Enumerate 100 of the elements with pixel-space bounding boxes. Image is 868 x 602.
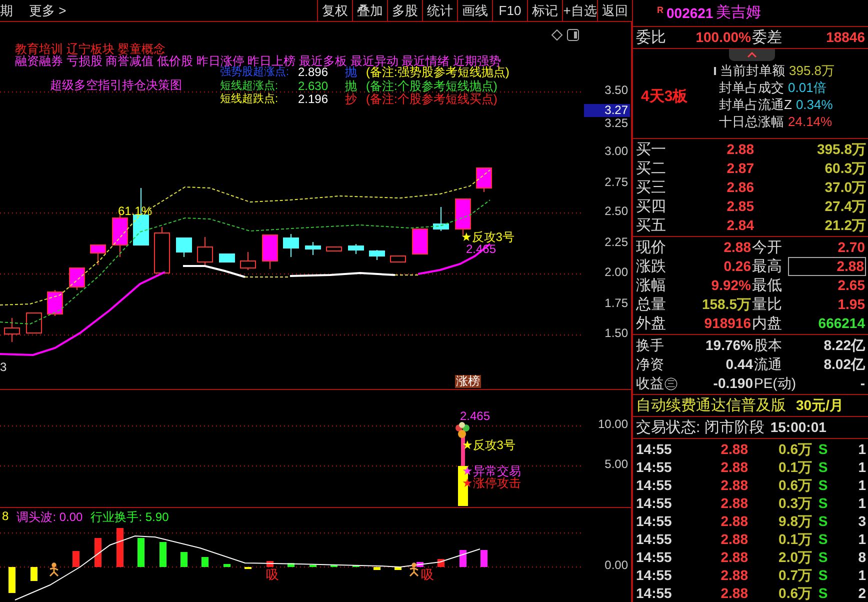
field-label: 最低 <box>752 276 783 295</box>
price-axis-label: 1.75 <box>604 297 628 310</box>
candlestick <box>262 234 278 270</box>
bid-volume: 395.8万 <box>816 140 866 159</box>
tick-side: S <box>817 512 829 530</box>
tick-count: 3 <box>857 512 866 530</box>
tick-time: 14:55 <box>636 476 673 494</box>
indicator-bar <box>224 564 230 567</box>
signal-action: 抛 <box>345 80 357 92</box>
candlestick <box>219 254 235 262</box>
field-label: 今开 <box>752 238 783 257</box>
tick-time: 14:55 <box>636 440 673 458</box>
tick-count: 8 <box>857 548 866 566</box>
field-value: 100.00% <box>694 28 752 47</box>
field-label: 委差 <box>752 28 783 47</box>
field-value: 666214 <box>817 314 866 333</box>
tick-side: S <box>817 584 829 602</box>
signal-note: (备注:强势股参考短线抛点) <box>366 66 510 79</box>
tick-price: 2.88 <box>720 548 748 566</box>
period-tab[interactable]: 期 <box>0 0 29 21</box>
signal-value: 2.196 <box>298 93 330 106</box>
candlestick <box>4 318 20 342</box>
tick-count: 1 <box>857 530 866 548</box>
signal-note: (备注:个股参考短线买点) <box>366 93 498 106</box>
tick-price: 2.88 <box>720 494 748 512</box>
more-menu[interactable]: 更多 > <box>29 0 72 21</box>
candlestick <box>90 244 106 266</box>
bid-volume: 37.0万 <box>824 178 866 197</box>
signal-note: (备注:个股参考短线抛点) <box>366 80 498 92</box>
toolbar-button[interactable]: +自选 <box>562 0 597 21</box>
tick-count: 1 <box>857 440 866 458</box>
indicator-bar <box>330 565 338 567</box>
tick-time: 14:55 <box>636 548 673 566</box>
field-label: 外盘 <box>636 314 667 333</box>
candlestick <box>26 312 42 334</box>
panel-toggle-icon[interactable] <box>567 29 579 41</box>
band-value-label: 2.465 <box>460 410 490 423</box>
stock-name: 美吉姆 <box>716 3 762 22</box>
tick-price: 2.88 <box>720 566 748 584</box>
bid-label: 买四 <box>636 197 667 216</box>
concept-tags: 教育培训 辽宁板块 婴童概念 <box>15 43 166 56</box>
bid-price: 2.86 <box>726 178 754 197</box>
field-value: 8.22亿 <box>822 336 866 355</box>
tick-time: 14:55 <box>636 530 673 548</box>
indicator-bar <box>72 551 80 567</box>
tick-price: 2.88 <box>720 458 748 476</box>
tick-volume: 0.6万 <box>778 440 812 458</box>
price-axis-label: 1.50 <box>604 327 628 340</box>
tick-time: 14:55 <box>636 494 673 512</box>
trade-status: 交易状态: 闭市阶段 <box>636 418 764 437</box>
price-axis-label: 2.25 <box>604 236 628 249</box>
field-value: 918916 <box>703 314 752 333</box>
info-label: 封单占成交 <box>719 79 784 96</box>
bid-price: 2.88 <box>726 140 754 159</box>
bid-label: 买三 <box>636 178 667 197</box>
candlestick <box>390 256 406 262</box>
signal-label: 短线超涨点: <box>220 80 278 92</box>
indicator-bar <box>394 567 402 570</box>
field-label: 委比 <box>636 28 667 47</box>
info-value: 24.14% <box>788 113 832 130</box>
field-label: 总量 <box>636 295 667 314</box>
signal-value: 2.896 <box>298 66 328 79</box>
indicator-bar <box>480 550 488 567</box>
indicator-bar <box>460 550 466 567</box>
tick-side: S <box>817 530 829 548</box>
candlestick <box>476 168 492 192</box>
tick-volume: 9.8万 <box>778 512 812 530</box>
field-label: 换手 <box>636 336 665 355</box>
chart-title: 超级多空指引持仓决策图 <box>50 79 182 92</box>
tick-time: 14:55 <box>636 584 673 602</box>
candlestick <box>197 236 213 266</box>
indicator-label: 行业换手: 5.90 <box>90 509 169 526</box>
signal-action: 抄 <box>345 93 357 106</box>
price-axis-label: 2.75 <box>604 176 628 189</box>
tick-side: S <box>817 494 829 512</box>
candlestick <box>176 238 192 258</box>
indicator-bar <box>138 538 144 567</box>
info-label: 十日总涨幅 <box>719 113 784 130</box>
indicator-bar <box>310 565 316 567</box>
running-person-icon <box>49 562 59 577</box>
balloons-icon <box>456 422 470 438</box>
diamond-icon[interactable] <box>551 29 563 41</box>
price-axis-label: 2.50 <box>604 205 628 218</box>
field-label: 最高 <box>752 257 783 276</box>
promo-price: 30元/月 <box>796 396 844 415</box>
buy-mark: 吸 <box>266 568 279 581</box>
tick-price: 2.88 <box>720 512 748 530</box>
running-person-icon <box>409 562 419 577</box>
collapse-button[interactable] <box>729 48 775 61</box>
volume-axis-label: 5.00 <box>604 458 628 471</box>
value-label: 3 <box>0 361 7 374</box>
info-value: 0.01倍 <box>788 79 826 96</box>
field-label: 量比 <box>752 295 783 314</box>
indicator-axis-label: 0.00 <box>604 559 628 572</box>
indicator-bar <box>160 542 166 567</box>
bid-label: 买二 <box>636 159 667 178</box>
signal-label: ★异常交易 <box>462 465 521 478</box>
candlestick <box>69 268 85 290</box>
promo-link[interactable]: 自动续费通达信普及版 <box>636 396 786 415</box>
price-axis-label: 3.00 <box>604 145 628 158</box>
